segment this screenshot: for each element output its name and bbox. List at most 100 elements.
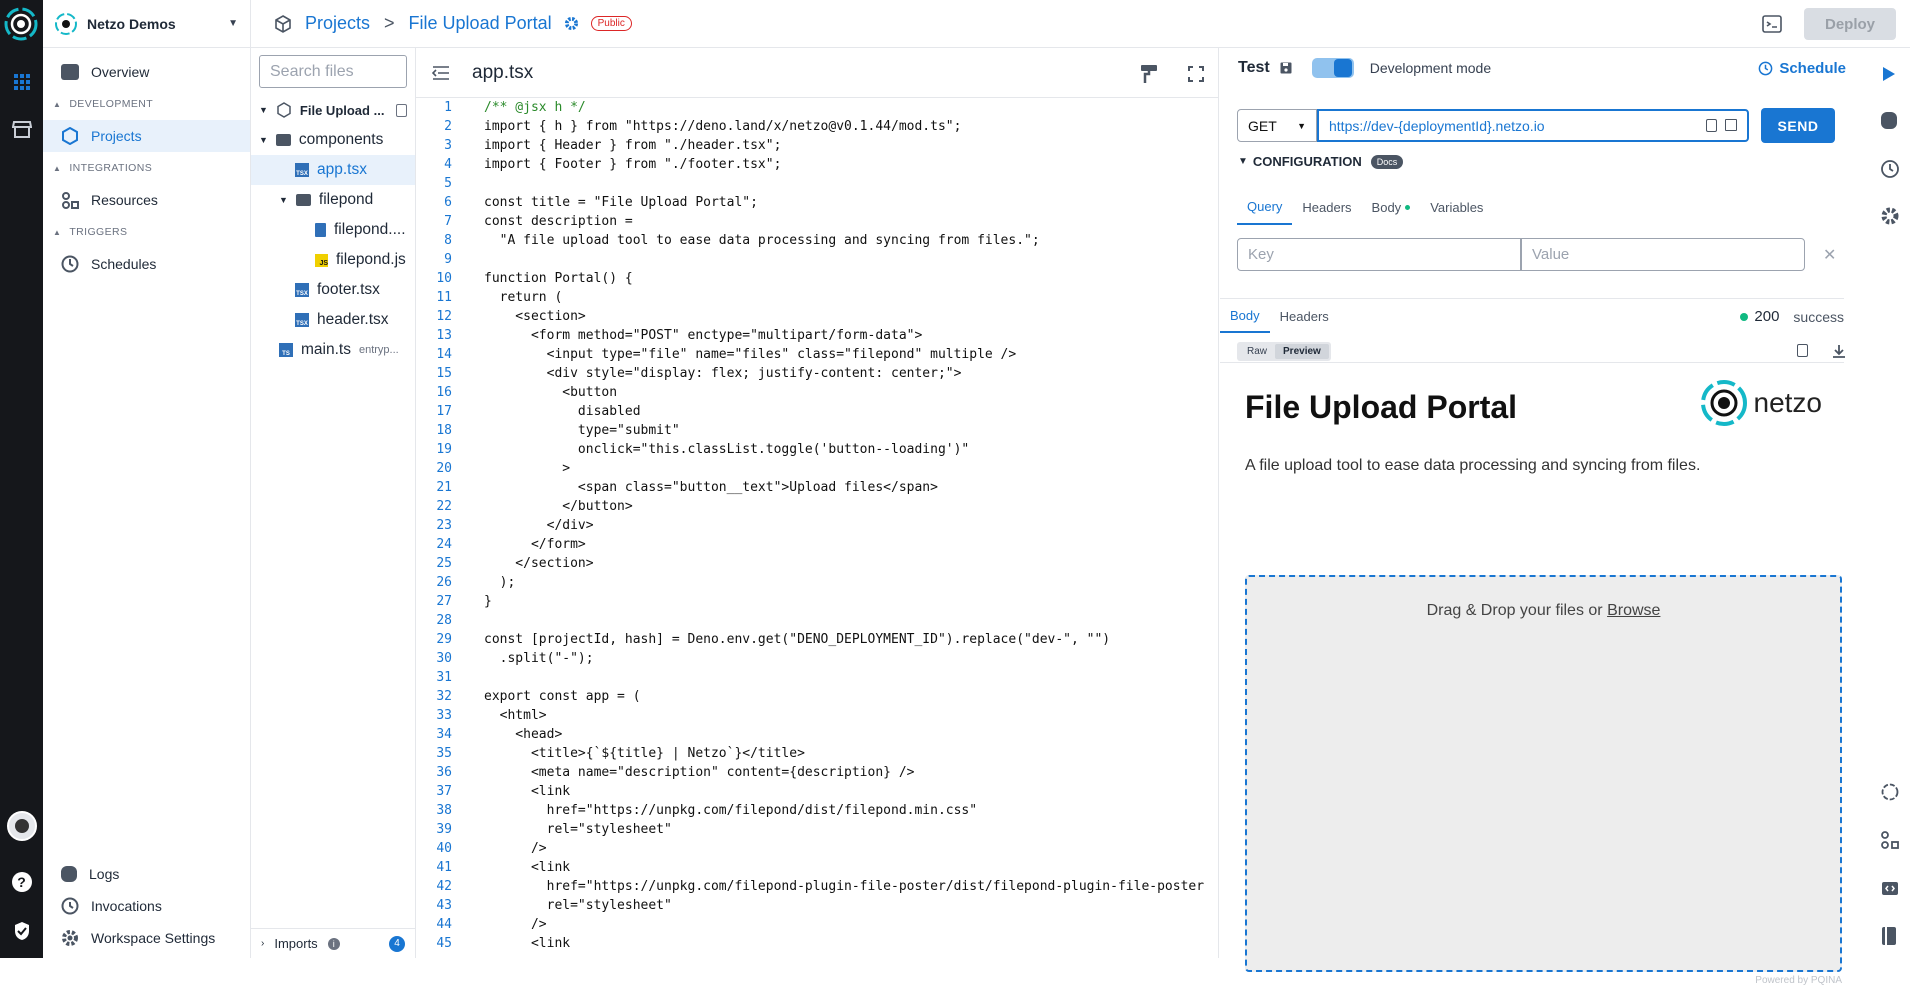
code-line[interactable]: 22 </button>	[416, 497, 1218, 516]
tree-file-app-tsx[interactable]: TSX app.tsx	[251, 155, 415, 185]
tree-folder-filepond[interactable]: ▼ filepond	[251, 185, 415, 215]
code-line[interactable]: 29 const [projectId, hash] = Deno.env.get…	[416, 630, 1218, 649]
development-mode-toggle[interactable]	[1311, 58, 1354, 78]
tab-query[interactable]: Query	[1237, 189, 1293, 225]
code-line[interactable]: 20 >	[416, 459, 1218, 478]
tree-file-main-ts[interactable]: TS main.ts entryp...	[251, 335, 415, 365]
resources-icon[interactable]	[1880, 830, 1900, 850]
url-input[interactable]: https://dev-{deploymentId}.netzo.io	[1317, 109, 1749, 142]
gear-icon[interactable]	[564, 16, 579, 31]
code-line[interactable]: 12 <section>	[416, 307, 1218, 326]
code-line[interactable]: 44 />	[416, 915, 1218, 934]
docs-badge[interactable]: Docs	[1370, 154, 1404, 169]
code-line[interactable]: 37 <link	[416, 782, 1218, 801]
code-line[interactable]: 3 import { Header } from "./header.tsx";	[416, 136, 1218, 155]
tab-headers[interactable]: Headers	[1292, 189, 1361, 225]
code-line[interactable]: 10 function Portal() {	[416, 269, 1218, 288]
book-icon[interactable]	[1880, 926, 1898, 946]
section-triggers[interactable]: ▲ TRIGGERS	[43, 216, 250, 248]
history-icon[interactable]	[1880, 159, 1900, 179]
tree-file-footer-tsx[interactable]: TSX footer.tsx	[251, 275, 415, 305]
code-line[interactable]: 23 </div>	[416, 516, 1218, 535]
code-line[interactable]: 13 <form method="POST" enctype="multipar…	[416, 326, 1218, 345]
query-key-input[interactable]: Key	[1237, 238, 1521, 271]
view-preview[interactable]: Preview	[1275, 344, 1329, 359]
save-icon[interactable]	[1280, 62, 1292, 74]
code-line[interactable]: 11 return (	[416, 288, 1218, 307]
nav-overview[interactable]: Overview	[43, 56, 250, 88]
format-paint-icon[interactable]	[1140, 64, 1158, 84]
code-line[interactable]: 25 </section>	[416, 554, 1218, 573]
nav-projects[interactable]: Projects	[43, 120, 250, 152]
download-icon[interactable]	[1832, 344, 1846, 358]
open-external-icon[interactable]	[1725, 119, 1737, 131]
send-button[interactable]: SEND	[1761, 108, 1835, 143]
tree-file-filepond-css[interactable]: filepond....	[251, 215, 415, 245]
section-development[interactable]: ▲ DEVELOPMENT	[43, 88, 250, 120]
tree-folder-components[interactable]: ▼ components	[251, 125, 415, 155]
copy-icon[interactable]	[1706, 119, 1717, 132]
code-line[interactable]: 1 /** @jsx h */	[416, 98, 1218, 117]
schedule-button[interactable]: Schedule	[1758, 60, 1846, 77]
tree-file-header-tsx[interactable]: TSX header.tsx	[251, 305, 415, 335]
code-line[interactable]: 18 type="submit"	[416, 421, 1218, 440]
terminal-icon[interactable]	[1762, 15, 1782, 33]
tab-variables[interactable]: Variables	[1420, 189, 1493, 225]
close-icon[interactable]: ✕	[1823, 245, 1836, 265]
netzo-logo[interactable]	[3, 6, 39, 42]
code-line[interactable]: 40 />	[416, 839, 1218, 858]
code-line[interactable]: 39 rel="stylesheet"	[416, 820, 1218, 839]
tab-body[interactable]: Body	[1362, 189, 1421, 225]
code-line[interactable]: 32 export const app = (	[416, 687, 1218, 706]
breadcrumb-project[interactable]: File Upload Portal	[409, 13, 552, 34]
code-line[interactable]: 27}	[416, 592, 1218, 611]
code-line[interactable]: 43 rel="stylesheet"	[416, 896, 1218, 915]
code-line[interactable]: 26 );	[416, 573, 1218, 592]
code-line[interactable]: 9	[416, 250, 1218, 269]
view-raw[interactable]: Raw	[1239, 344, 1275, 359]
query-value-input[interactable]: Value	[1521, 238, 1805, 271]
code-lines[interactable]: 1 /** @jsx h */ 2 import { h } from "https:…	[416, 98, 1218, 958]
code-line[interactable]: 4 import { Footer } from "./footer.tsx";	[416, 155, 1218, 174]
workspace-switcher[interactable]: Netzo Demos ▼	[43, 0, 250, 48]
browse-link[interactable]: Browse	[1607, 602, 1660, 619]
code-line[interactable]: 33 <html>	[416, 706, 1218, 725]
code-line[interactable]: 45 <link	[416, 934, 1218, 953]
code-line[interactable]: 6 const title = "File Upload Portal";	[416, 193, 1218, 212]
configuration-toggle[interactable]: ▼ CONFIGURATION Docs	[1238, 154, 1404, 169]
code-line[interactable]: 8 "A file upload tool to ease data proce…	[416, 231, 1218, 250]
code-line[interactable]: 17 disabled	[416, 402, 1218, 421]
section-integrations[interactable]: ▲ INTEGRATIONS	[43, 152, 250, 184]
code-line[interactable]: 19 onclick="this.classList.toggle('butto…	[416, 440, 1218, 459]
nav-resources[interactable]: Resources	[43, 184, 250, 216]
code-line[interactable]: 35 <title>{`${title} | Netzo`}</title>	[416, 744, 1218, 763]
collapse-sidebar-icon[interactable]	[432, 65, 450, 80]
nav-logs[interactable]: Logs	[43, 858, 250, 890]
response-tab-body[interactable]: Body	[1220, 299, 1270, 333]
nav-invocations[interactable]: Invocations	[43, 890, 250, 922]
code-line[interactable]: 16 <button	[416, 383, 1218, 402]
ai-icon[interactable]	[1880, 782, 1900, 802]
code-line[interactable]: 28	[416, 611, 1218, 630]
code-line[interactable]: 5	[416, 174, 1218, 193]
code-line[interactable]: 24 </form>	[416, 535, 1218, 554]
project-root[interactable]: ▼ File Upload ...	[251, 95, 415, 125]
code-line[interactable]: 2 import { h } from "https://deno.land/x/…	[416, 117, 1218, 136]
search-files-input[interactable]: Search files	[259, 55, 407, 88]
imports-section[interactable]: › Imports i 4	[251, 928, 415, 958]
code-line[interactable]: 36 <meta name="description" content={des…	[416, 763, 1218, 782]
api-icon[interactable]	[1880, 878, 1900, 898]
copy-icon[interactable]	[1797, 344, 1808, 357]
shield-check-icon[interactable]	[6, 915, 37, 946]
fullscreen-icon[interactable]	[1188, 66, 1204, 82]
breadcrumb-projects[interactable]: Projects	[305, 13, 370, 34]
code-line[interactable]: 41 <link	[416, 858, 1218, 877]
code-line[interactable]: 15 <div style="display: flex; justify-co…	[416, 364, 1218, 383]
method-select[interactable]: GET ▼	[1237, 109, 1317, 142]
code-line[interactable]: 7 const description =	[416, 212, 1218, 231]
code-line[interactable]: 34 <head>	[416, 725, 1218, 744]
new-file-icon[interactable]	[396, 103, 407, 117]
tree-file-filepond-js[interactable]: JS filepond.js	[251, 245, 415, 275]
file-drop-zone[interactable]: Drag & Drop your files or Browse	[1245, 575, 1842, 972]
code-line[interactable]: 31	[416, 668, 1218, 687]
